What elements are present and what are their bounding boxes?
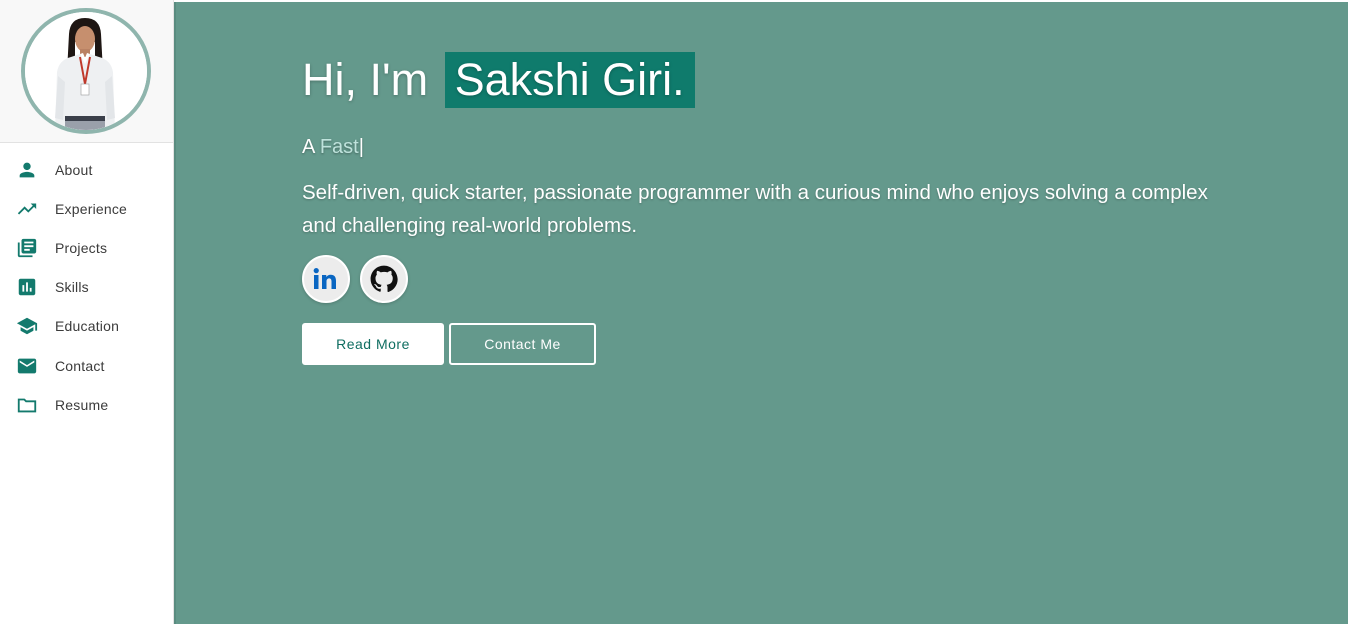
- contact-me-button[interactable]: Contact Me: [449, 323, 596, 365]
- sidebar-nav: About Experience Projects Skills Educati…: [0, 143, 173, 424]
- sidebar-item-label: About: [55, 161, 93, 178]
- sidebar-item-about[interactable]: About: [0, 150, 173, 189]
- folder-icon: [14, 394, 40, 416]
- social-links: [302, 255, 1222, 303]
- sidebar-item-label: Skills: [55, 279, 89, 296]
- sidebar-item-label: Education: [55, 318, 120, 335]
- mail-icon: [14, 355, 40, 377]
- read-more-button[interactable]: Read More: [302, 323, 444, 365]
- avatar: [20, 8, 151, 134]
- sidebar-item-contact[interactable]: Contact: [0, 346, 173, 385]
- sidebar-item-label: Contact: [55, 357, 105, 374]
- person-icon: [14, 159, 40, 181]
- linkedin-icon: [313, 268, 336, 289]
- tagline-prefix: A: [302, 136, 315, 158]
- profile-section: [0, 0, 173, 143]
- library-books-icon: [14, 237, 40, 259]
- greeting-text: Hi, I'm: [302, 54, 429, 105]
- sidebar-item-experience[interactable]: Experience: [0, 189, 173, 228]
- bar-chart-icon: [14, 276, 40, 298]
- sidebar-item-skills[interactable]: Skills: [0, 268, 173, 307]
- typed-text: Fast: [319, 136, 359, 158]
- hero-section: Hi, I'm Sakshi Giri. A Fast| Self-driven…: [174, 2, 1348, 624]
- linkedin-link[interactable]: [302, 255, 350, 303]
- tagline: A Fast|: [302, 136, 1222, 159]
- school-icon: [14, 315, 40, 337]
- bio-text: Self-driven, quick starter, passionate p…: [302, 181, 1208, 237]
- sidebar: About Experience Projects Skills Educati…: [0, 0, 174, 624]
- github-icon: [370, 265, 398, 292]
- profile-photo: [24, 12, 147, 130]
- typing-cursor: |: [358, 136, 364, 158]
- sidebar-item-resume[interactable]: Resume: [0, 385, 173, 424]
- hero-heading: Hi, I'm Sakshi Giri.: [302, 52, 1222, 108]
- sidebar-item-education[interactable]: Education: [0, 307, 173, 346]
- hero-actions: Read More Contact Me: [302, 323, 1222, 365]
- sidebar-item-label: Resume: [55, 396, 109, 413]
- github-link[interactable]: [360, 255, 408, 303]
- sidebar-item-label: Experience: [55, 200, 128, 217]
- sidebar-item-projects[interactable]: Projects: [0, 228, 173, 267]
- sidebar-item-label: Projects: [55, 239, 108, 256]
- hero-content: Hi, I'm Sakshi Giri. A Fast| Self-driven…: [302, 52, 1222, 365]
- hero-name: Sakshi Giri.: [444, 52, 695, 108]
- trending-up-icon: [14, 198, 40, 220]
